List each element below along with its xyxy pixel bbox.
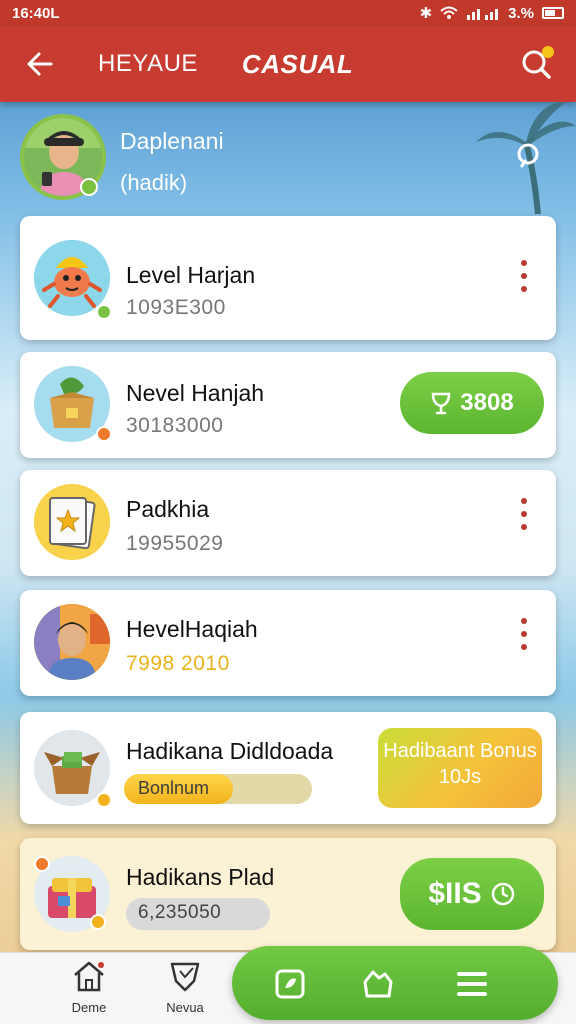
profile-subtitle: (hadik) <box>120 170 188 195</box>
back-button[interactable] <box>18 42 62 86</box>
list-item[interactable]: HevelHaqiah 7998 2010 <box>20 590 556 696</box>
nav-home[interactable]: Deme <box>54 959 124 1015</box>
action-bar <box>232 946 558 1020</box>
item-title: Padkhia <box>126 496 210 522</box>
battery-icon <box>542 7 564 19</box>
app-bar: HEYAUE CASUAL <box>0 26 576 102</box>
menu-icon <box>457 972 487 996</box>
list-item[interactable]: Padkhia 19955029 <box>20 470 556 576</box>
search-button[interactable] <box>514 42 558 86</box>
person-avatar-icon <box>34 604 110 680</box>
battery-percent: 3.% <box>508 4 534 22</box>
list-item[interactable]: Level Harjan 1093E300 <box>20 216 556 340</box>
list-item[interactable]: Hadikans Plad 6,235050 $IIS <box>20 838 556 950</box>
item-title: HevelHaqiah <box>126 616 258 642</box>
clock-icon <box>491 882 514 906</box>
search-icon <box>517 143 539 168</box>
status-badge <box>96 304 112 320</box>
more-options-button[interactable] <box>514 618 534 650</box>
progress-label: Bonlnum <box>138 778 210 798</box>
tab-casual[interactable]: CASUAL <box>242 49 353 80</box>
purchase-button-label: $IIS <box>428 877 482 910</box>
status-bar: 16:40L ✱ 3.% <box>0 0 576 26</box>
notification-dot <box>542 46 554 58</box>
reward-button[interactable]: 3808 <box>400 372 544 434</box>
purchase-button[interactable]: $IIS <box>400 858 544 930</box>
document-star-icon <box>34 484 110 560</box>
bonus-button[interactable]: Hadibaant Bonus 10Js <box>378 728 542 808</box>
item-title: Level Harjan <box>126 262 256 288</box>
item-value: 7998 2010 <box>126 652 230 675</box>
status-badge <box>96 792 112 808</box>
bag-icon <box>363 970 393 998</box>
wallet-icon <box>275 969 305 999</box>
nav-home-label: Deme <box>71 1000 107 1015</box>
wallet-button[interactable] <box>268 962 312 1006</box>
bluetooth-icon: ✱ <box>419 5 433 22</box>
profile-search-button[interactable] <box>508 136 548 176</box>
arrow-left-icon <box>27 52 53 76</box>
more-options-button[interactable] <box>514 498 534 530</box>
list-item[interactable]: Nevel Hanjah 30183000 3808 <box>20 352 556 458</box>
signal-icon <box>467 9 499 20</box>
item-title: Hadikana Didldoada <box>126 738 334 764</box>
shop-button[interactable] <box>356 962 400 1006</box>
trophy-icon <box>432 392 451 415</box>
home-icon <box>74 961 104 992</box>
profile-header: Daplenani (hadik) <box>0 102 576 214</box>
wifi-icon <box>440 6 458 19</box>
status-badge <box>34 856 50 872</box>
nav-news-label: Nevua <box>166 1000 204 1015</box>
status-time: 16:40L <box>12 4 60 22</box>
item-title: Nevel Hanjah <box>126 380 265 406</box>
item-title: Hadikans Plad <box>126 864 275 890</box>
bonus-button-label: Hadibaant Bonus 10Js <box>383 740 537 788</box>
menu-button[interactable] <box>450 962 494 1006</box>
status-badge <box>96 426 112 442</box>
value-pill: 6,235050 <box>126 898 270 930</box>
tab-heyaue[interactable]: HEYAUE <box>98 50 198 78</box>
item-value: 30183000 <box>126 414 224 437</box>
status-badge <box>90 914 106 930</box>
item-value: 6,235050 <box>138 902 222 923</box>
reward-button-label: 3808 <box>460 389 514 416</box>
item-value: 1093E300 <box>126 296 226 319</box>
more-options-button[interactable] <box>514 260 534 292</box>
status-icons: ✱ 3.% <box>420 4 564 22</box>
bonus-progress-bar: Bonlnum <box>124 774 312 804</box>
item-value: 19955029 <box>126 532 224 555</box>
shield-icon <box>170 962 200 992</box>
profile-name: Daplenani <box>120 128 224 154</box>
list-item[interactable]: Hadikana Didldoada Bonlnum Hadibaant Bon… <box>20 712 556 824</box>
nav-news[interactable]: Nevua <box>150 959 220 1015</box>
online-badge <box>80 178 98 196</box>
